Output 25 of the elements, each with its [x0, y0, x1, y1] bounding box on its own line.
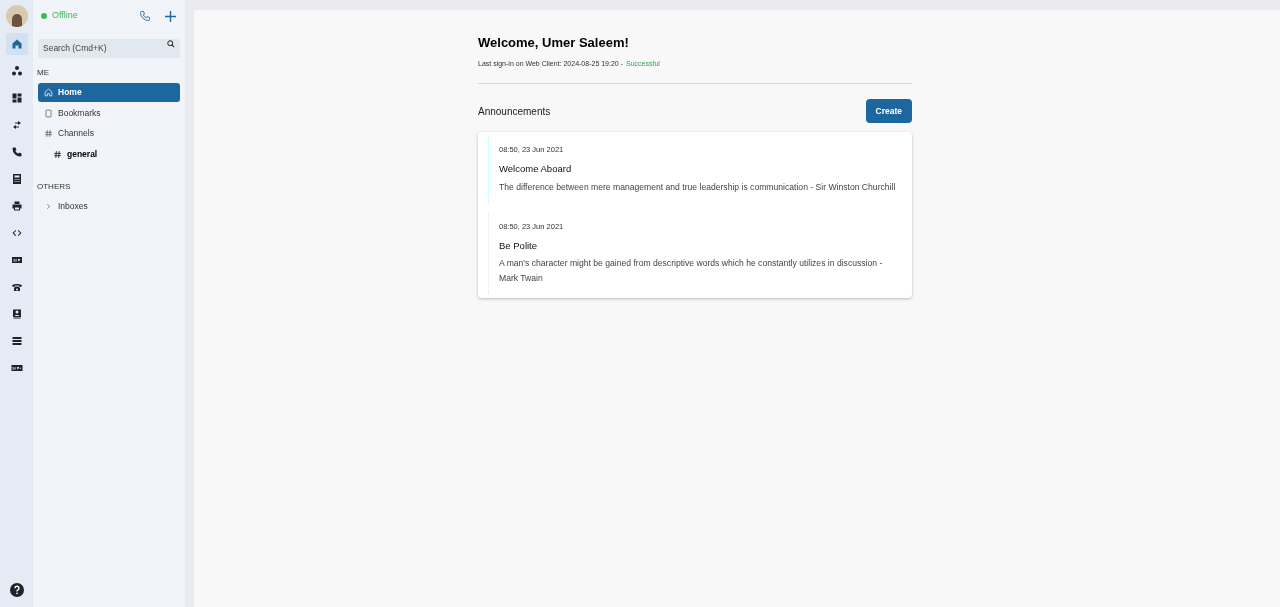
announcement-text: A man's character might be gained from descriptive words which he constantly utilizes in discussion - Mark Twain: [499, 257, 884, 285]
announcement-title: Welcome Aboard: [499, 162, 573, 177]
sidebar-item[interactable]: Inboxes: [38, 196, 180, 216]
announcement-text: The difference between mere management and true leadership is communication - Sir Winston Churchill: [499, 180, 897, 194]
section-heading: OTHERS: [37, 180, 72, 193]
welcome-heading: Welcome, Umer Saleem!: [478, 34, 630, 52]
home-icon: [44, 88, 53, 97]
sidebar-item[interactable]: Bookmarks: [38, 103, 180, 123]
avatar[interactable]: [5, 5, 28, 27]
sidebar-item[interactable]: Channels: [38, 124, 180, 143]
search-icon: [167, 39, 175, 48]
bookmark-icon: [44, 108, 53, 118]
create-button[interactable]: Create: [865, 99, 912, 123]
announcement-title: Be Polite: [499, 238, 539, 253]
section-heading: Announcements: [478, 104, 551, 119]
help-icon[interactable]: [9, 583, 24, 597]
search-field[interactable]: Search (Cmd+K): [38, 38, 180, 58]
sidebar-item[interactable]: general: [38, 144, 180, 164]
chevron-icon: [44, 201, 53, 211]
sidebar-item[interactable]: Home: [38, 83, 180, 102]
home-icon[interactable]: [5, 33, 28, 55]
section-heading: ME: [37, 67, 50, 79]
hash-icon: [44, 129, 53, 138]
hash-icon: [53, 149, 62, 159]
add-icon[interactable]: [165, 10, 176, 22]
